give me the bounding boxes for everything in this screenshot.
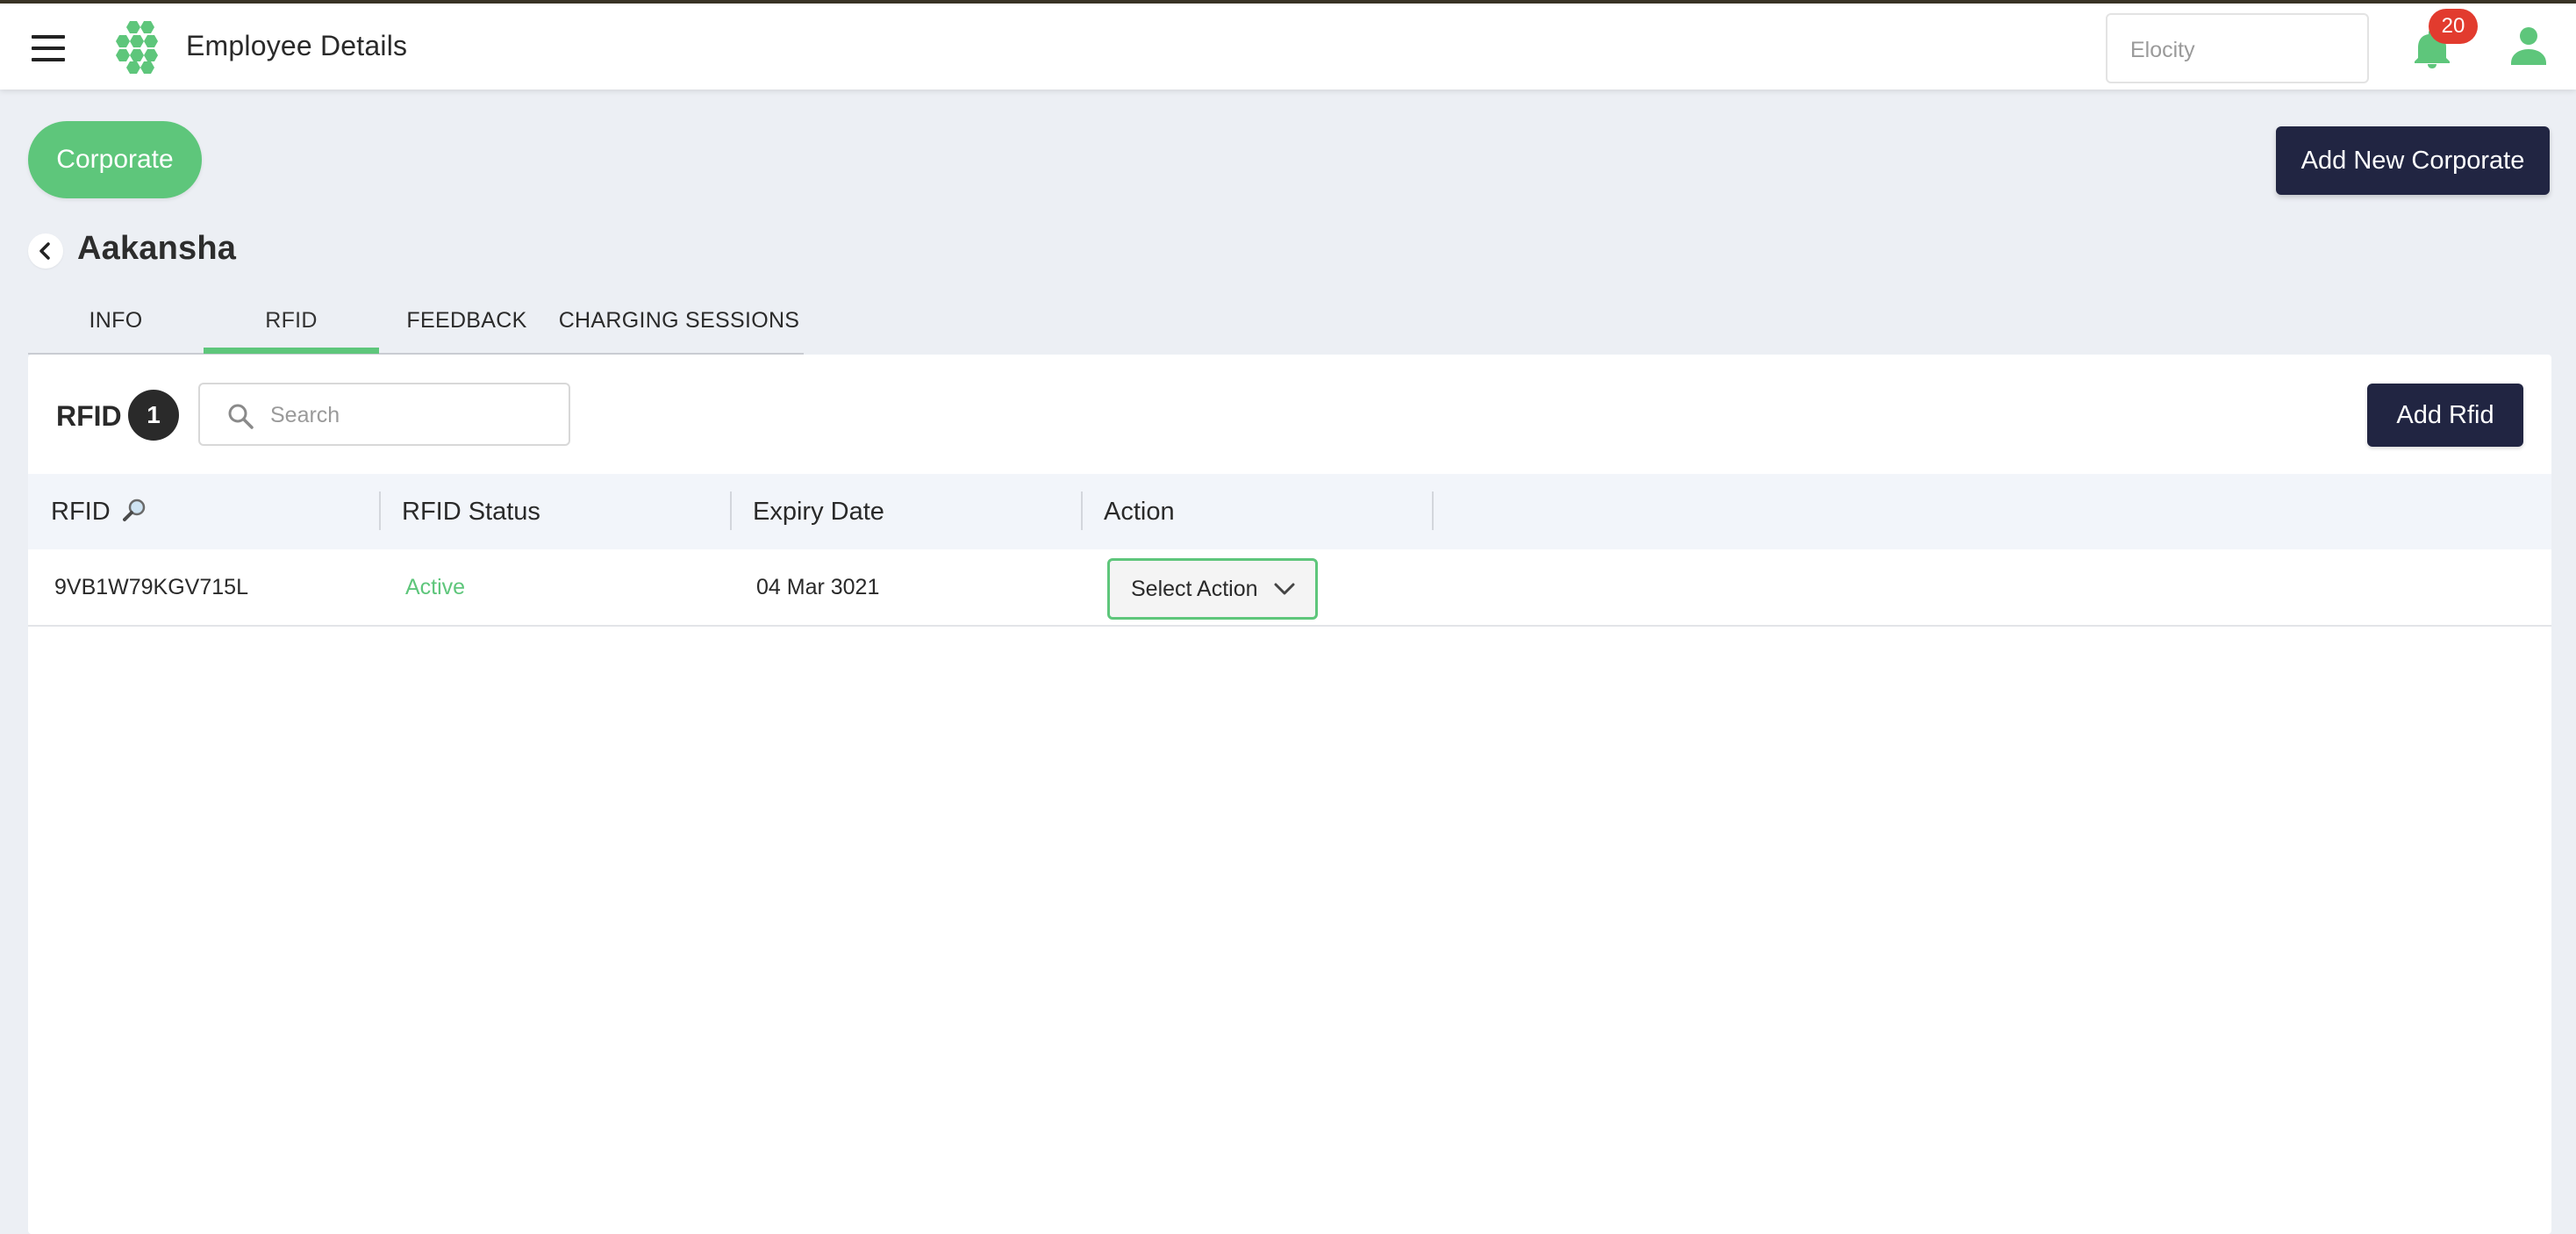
rfid-panel-title: RFID [56,400,122,432]
back-button[interactable] [28,233,63,269]
hexagon-cluster-logo [116,21,158,74]
column-header-action: Action [1104,498,1175,526]
table-header: RFID RFID Status Expiry Date Action [28,474,2551,549]
rfid-panel: RFID 1 Add Rfid RFID RFID Status Expiry … [28,355,2551,1234]
column-header-rfid-status: RFID Status [402,498,540,526]
cell-expiry-date: 04 Mar 3021 [756,575,880,599]
column-divider [1081,491,1083,530]
column-divider [379,491,381,530]
column-header-rfid-label: RFID [51,498,111,526]
page-title: Employee Details [186,30,408,61]
column-divider [1432,491,1434,530]
table-row: 9VB1W79KGV715L Active 04 Mar 3021 Select… [28,549,2551,627]
organization-select[interactable]: Elocity [2106,13,2369,83]
active-tab-indicator [204,348,379,354]
magnifier-icon[interactable] [122,498,147,522]
tab-info[interactable]: INFO [28,286,204,355]
column-header-rfid[interactable]: RFID [51,474,147,549]
rfid-search-box [198,383,570,446]
employee-name: Aakansha [77,230,237,267]
chevron-down-icon [1274,583,1295,595]
add-new-corporate-button[interactable]: Add New Corporate [2276,126,2550,195]
add-rfid-button[interactable]: Add Rfid [2367,384,2523,447]
chevron-left-icon [39,242,50,260]
search-icon [228,404,254,429]
column-divider [730,491,732,530]
tab-charging-sessions[interactable]: CHARGING SESSIONS [555,286,804,355]
hamburger-menu-icon[interactable] [32,35,67,61]
search-input[interactable] [270,397,551,434]
cell-rfid-status: Active [405,575,466,599]
tab-rfid[interactable]: RFID [204,286,379,355]
tab-bar: INFO RFID FEEDBACK CHARGING SESSIONS [28,286,804,355]
app-bar: Employee Details Elocity [0,4,2576,90]
column-header-expiry-date: Expiry Date [753,498,884,526]
select-action-dropdown[interactable]: Select Action [1107,558,1318,620]
select-action-label: Select Action [1131,577,1258,601]
notification-count-badge: 20 [2429,9,2478,44]
tab-feedback[interactable]: FEEDBACK [379,286,555,355]
rfid-count-badge: 1 [128,390,179,441]
corporate-button[interactable]: Corporate [28,121,202,198]
cell-rfid: 9VB1W79KGV715L [54,575,248,599]
person-icon[interactable] [2511,26,2546,65]
